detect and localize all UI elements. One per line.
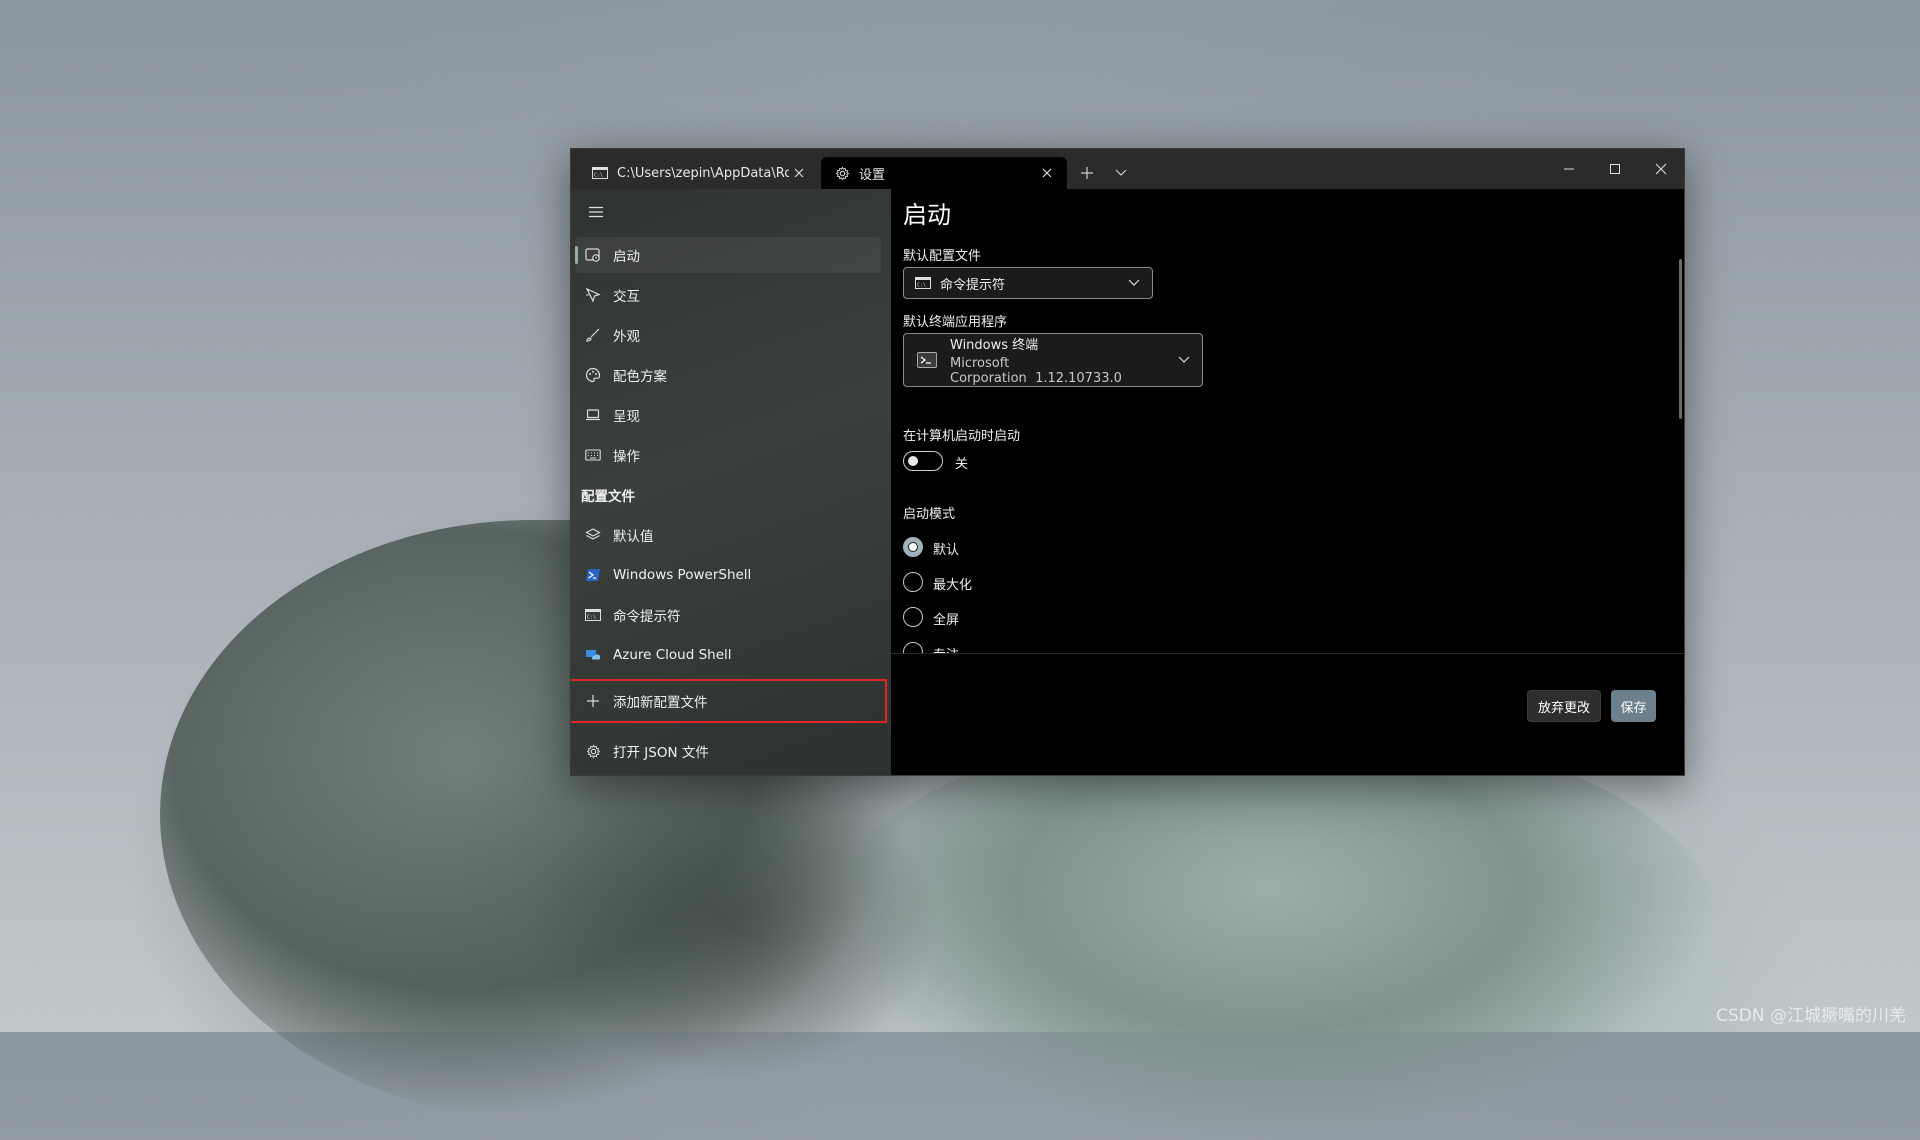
sidebar-item-label: 操作 [613,449,640,465]
tab-label: C:\Users\zepin\AppData\Roami [617,165,789,181]
sidebar-item-powershell[interactable]: Windows PowerShell [575,557,881,593]
sidebar-item-label: 打开 JSON 文件 [613,745,709,761]
launch-mode-option-label: 全屏 [933,613,960,628]
launch-mode-option-label: 默认 [933,543,960,558]
settings-footer: 放弃更改 保存 [891,653,1684,775]
tab-cmd[interactable]: C:\ C:\Users\zepin\AppData\Roami [579,157,819,189]
launch-mode-default-radio[interactable] [903,537,923,557]
palette-icon [583,365,603,385]
sidebar-item-appearance[interactable]: 外观 [575,317,881,353]
settings-content: 启动 默认配置文件 C:\ 命令提示符 默认终端应用程序 Windows 终端 … [891,189,1684,775]
gear-icon [583,741,603,761]
svg-text:C:\: C:\ [917,283,926,289]
sidebar-item-label: 默认值 [613,529,654,545]
sidebar-item-label: Azure Cloud Shell [613,647,732,663]
title-bar: C:\ C:\Users\zepin\AppData\Roami 设置 [571,149,1684,189]
keyboard-icon [583,445,603,465]
sidebar-item-label: Windows PowerShell [613,567,752,583]
terminal-app-publisher: Microsoft Corporation [950,356,1027,386]
sidebar-item-launch[interactable]: 启动 [575,237,881,273]
wallpaper-shape [820,720,1720,1140]
layers-icon [583,525,603,545]
launch-on-startup-label: 在计算机启动时启动 [903,429,1021,444]
sidebar-item-label: 外观 [613,329,640,345]
laptop-icon [583,405,603,425]
toggle-state-label: 关 [955,457,969,472]
save-button[interactable]: 保存 [1611,690,1656,722]
sidebar-item-label: 交互 [613,289,640,305]
open-json-file-button[interactable]: 打开 JSON 文件 [575,733,881,769]
tab-dropdown-button[interactable] [1109,161,1133,185]
default-profile-dropdown[interactable]: C:\ 命令提示符 [903,267,1153,299]
terminal-window: C:\ C:\Users\zepin\AppData\Roami 设置 [570,148,1685,776]
terminal-app-version: 1.12.10733.0 [1035,371,1122,386]
toggle-knob [908,456,918,466]
default-profile-label: 默认配置文件 [903,249,982,264]
scrollbar[interactable] [1679,259,1682,419]
sidebar-item-actions[interactable]: 操作 [575,437,881,473]
chevron-down-icon [1124,273,1144,293]
watermark: CSDN @江城撅嘴的川羌 [1716,1006,1906,1026]
powershell-icon [583,565,603,585]
sidebar-item-rendering[interactable]: 呈现 [575,397,881,433]
default-terminal-label: 默认终端应用程序 [903,315,1008,330]
close-icon[interactable] [789,163,809,183]
sidebar: 启动 交互 外观 配色方案 呈现 操作 配置文件 默认值 Windows Pow… [571,189,891,775]
terminal-app-name: Windows 终端 [950,338,1039,353]
default-terminal-dropdown[interactable]: Windows 终端 Microsoft Corporation 1.12.10… [903,333,1203,387]
launch-mode-option-label: 最大化 [933,578,973,593]
sidebar-item-interaction[interactable]: 交互 [575,277,881,313]
close-icon[interactable] [1037,163,1057,183]
svg-text:C:\: C:\ [594,173,603,179]
tab-settings[interactable]: 设置 [821,157,1067,189]
cmd-icon: C:\ [591,166,609,180]
profiles-section-header: 配置文件 [581,489,635,505]
tab-label: 设置 [859,167,886,183]
dropdown-value: 命令提示符 [940,277,1006,293]
launch-mode-maximized-radio[interactable] [903,572,923,592]
close-window-button[interactable] [1638,149,1684,189]
chevron-down-icon [1174,350,1194,370]
terminal-app-icon [916,351,938,369]
interaction-icon [583,285,603,305]
cmd-icon: C:\ [583,605,603,625]
launch-mode-label: 启动模式 [903,507,956,522]
sidebar-item-label: 命令提示符 [613,609,681,625]
launch-mode-fullscreen-radio[interactable] [903,607,923,627]
sidebar-item-command-prompt[interactable]: C:\ 命令提示符 [575,597,881,633]
sidebar-item-azure-cloud-shell[interactable]: Azure Cloud Shell [575,637,881,673]
wallpaper-shape [520,760,940,1080]
azure-icon [583,645,603,665]
brush-icon [583,325,603,345]
sidebar-item-defaults[interactable]: 默认值 [575,517,881,553]
sidebar-item-label: 启动 [613,249,640,265]
gear-icon [833,165,851,181]
maximize-button[interactable] [1592,149,1638,189]
new-tab-button[interactable] [1075,161,1099,185]
page-title: 启动 [903,201,951,229]
discard-changes-button[interactable]: 放弃更改 [1527,690,1601,722]
launch-on-startup-toggle[interactable] [903,451,943,471]
minimize-button[interactable] [1546,149,1592,189]
hamburger-menu-icon[interactable] [581,199,611,225]
highlight-box [571,679,887,723]
sidebar-item-color-schemes[interactable]: 配色方案 [575,357,881,393]
sidebar-item-label: 呈现 [613,409,640,425]
cmd-icon: C:\ [914,276,932,290]
svg-text:C:\: C:\ [587,615,596,621]
launch-icon [583,245,603,265]
sidebar-item-label: 配色方案 [613,369,667,385]
